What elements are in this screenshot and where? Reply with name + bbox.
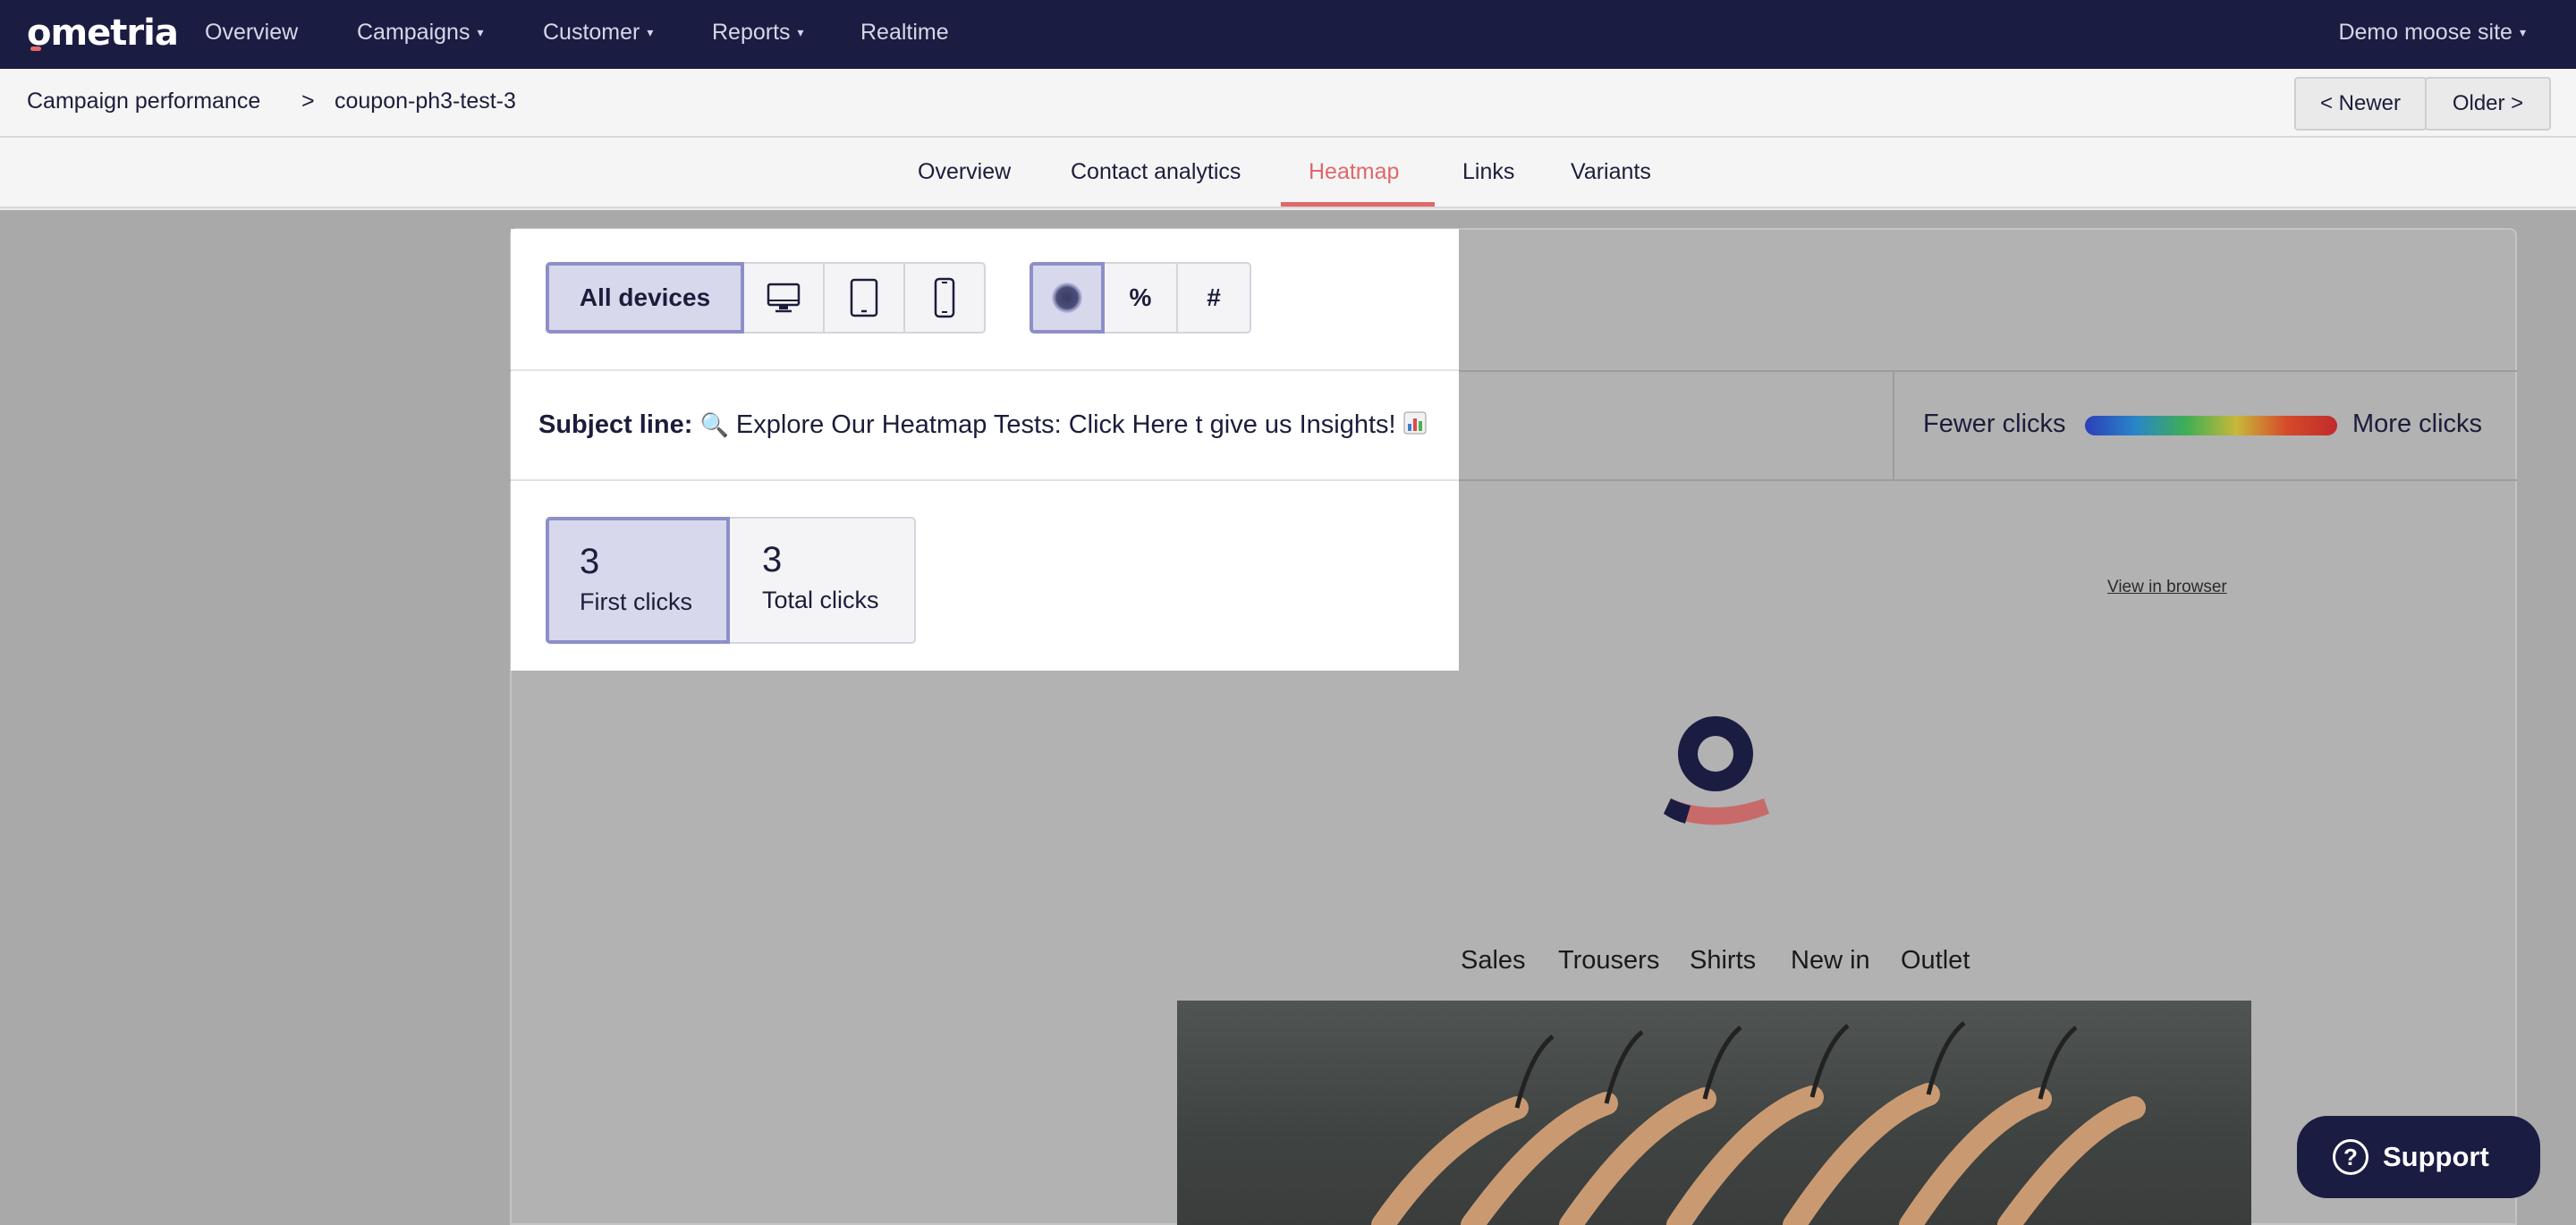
tab-contact-analytics[interactable]: Contact analytics — [1071, 159, 1241, 185]
hero-image[interactable] — [1177, 1001, 2251, 1225]
older-button[interactable]: Older > — [2425, 77, 2551, 131]
legend-more-label: More clicks — [2352, 410, 2483, 438]
all-devices-button[interactable]: All devices — [546, 262, 744, 334]
subject-line-text: Explore Our Heatmap Tests: Click Here t … — [735, 410, 1396, 439]
tablet-button[interactable] — [823, 262, 905, 334]
breadcrumb-separator: > — [301, 89, 315, 114]
site-name: Demo moose site — [2338, 20, 2512, 45]
first-clicks-value: 3 — [580, 542, 600, 581]
logo-accent — [30, 46, 41, 51]
nav-reports[interactable]: Reports ▾ — [712, 20, 804, 46]
subject-line: Subject line: 🔍 Explore Our Heatmap Test… — [538, 410, 1427, 442]
first-clicks-label: First clicks — [580, 588, 692, 615]
email-nav-outlet[interactable]: Outlet — [1901, 946, 1970, 976]
view-in-browser-link[interactable]: View in browser — [2107, 578, 2227, 597]
heat-dot-button[interactable] — [1030, 262, 1105, 334]
ometria-logo[interactable]: ometria — [27, 13, 179, 54]
panel-divider — [511, 369, 1459, 371]
heatmap-controls-panel: All devices % # Subject line: 🔍 Explore … — [511, 229, 1459, 671]
breadcrumb-current: coupon-ph3-test-3 — [335, 89, 516, 114]
desktop-button[interactable] — [742, 262, 825, 334]
total-clicks-value: 3 — [762, 540, 783, 579]
nav-realtime[interactable]: Realtime — [860, 20, 949, 46]
nav-realtime-label: Realtime — [860, 20, 949, 45]
support-button[interactable]: ? Support — [2297, 1116, 2540, 1198]
all-devices-label: All devices — [579, 283, 711, 311]
total-clicks-label: Total clicks — [762, 587, 879, 613]
active-tab-indicator — [1281, 202, 1435, 207]
nav-campaigns[interactable]: Campaigns ▾ — [357, 20, 483, 46]
first-clicks-card[interactable]: 3 First clicks — [546, 517, 730, 644]
nav-overview-label: Overview — [205, 20, 299, 45]
display-mode: % # — [1030, 262, 1251, 334]
support-label: Support — [2383, 1141, 2489, 1172]
caret-down-icon: ▾ — [647, 25, 654, 39]
tablet-icon — [850, 278, 878, 317]
tab-overview[interactable]: Overview — [918, 159, 1011, 185]
mobile-button[interactable] — [903, 262, 986, 334]
nav-overview[interactable]: Overview — [205, 20, 298, 46]
nav-campaigns-label: Campaigns — [357, 20, 470, 45]
site-selector[interactable]: Demo moose site ▾ — [2338, 20, 2526, 46]
percent-label: % — [1129, 283, 1152, 311]
count-button[interactable]: # — [1176, 262, 1251, 334]
panel-divider — [511, 479, 1459, 481]
email-nav-shirts[interactable]: Shirts — [1690, 946, 1756, 976]
total-clicks-card[interactable]: 3 Total clicks — [728, 517, 916, 644]
heat-dot-icon — [1052, 283, 1082, 313]
device-filter: All devices — [546, 262, 986, 334]
top-nav: ometria Overview Campaigns ▾ Customer ▾ Re… — [0, 0, 2576, 69]
newer-button[interactable]: < Newer — [2294, 77, 2427, 131]
legend-divider — [1893, 370, 1894, 481]
email-nav-new-in[interactable]: New in — [1791, 946, 1870, 976]
breadcrumb: Campaign performance > coupon-ph3-test-3… — [0, 69, 2576, 138]
nav-customer[interactable]: Customer ▾ — [543, 20, 653, 46]
nav-customer-label: Customer — [543, 20, 640, 45]
caret-down-icon: ▾ — [797, 25, 804, 39]
tab-heatmap[interactable]: Heatmap — [1309, 159, 1399, 185]
heat-gradient-bar — [2085, 416, 2337, 435]
click-metric-selector: 3 First clicks 3 Total clicks — [546, 517, 916, 644]
caret-down-icon: ▾ — [477, 25, 484, 39]
campaign-tabs: Overview Contact analytics Heatmap Links… — [0, 138, 2576, 208]
magnifier-icon: 🔍 — [699, 411, 729, 438]
caret-down-icon: ▾ — [2519, 25, 2526, 39]
email-nav-trousers[interactable]: Trousers — [1558, 946, 1659, 976]
brand-logo-icon — [1655, 702, 1771, 854]
subject-line-label: Subject line: — [538, 410, 693, 439]
email-nav-sales[interactable]: Sales — [1461, 946, 1526, 976]
count-label: # — [1207, 283, 1221, 311]
percent-button[interactable]: % — [1103, 262, 1178, 334]
nav-reports-label: Reports — [712, 20, 791, 45]
chart-icon — [1403, 411, 1427, 442]
question-icon: ? — [2333, 1139, 2368, 1175]
legend-fewer-label: Fewer clicks — [1923, 410, 2066, 438]
desktop-icon — [767, 283, 801, 313]
mobile-icon — [934, 277, 955, 318]
tab-links[interactable]: Links — [1462, 159, 1514, 185]
hangers-illustration — [1371, 1021, 2146, 1225]
tab-variants[interactable]: Variants — [1571, 159, 1651, 185]
breadcrumb-parent[interactable]: Campaign performance — [27, 89, 260, 114]
